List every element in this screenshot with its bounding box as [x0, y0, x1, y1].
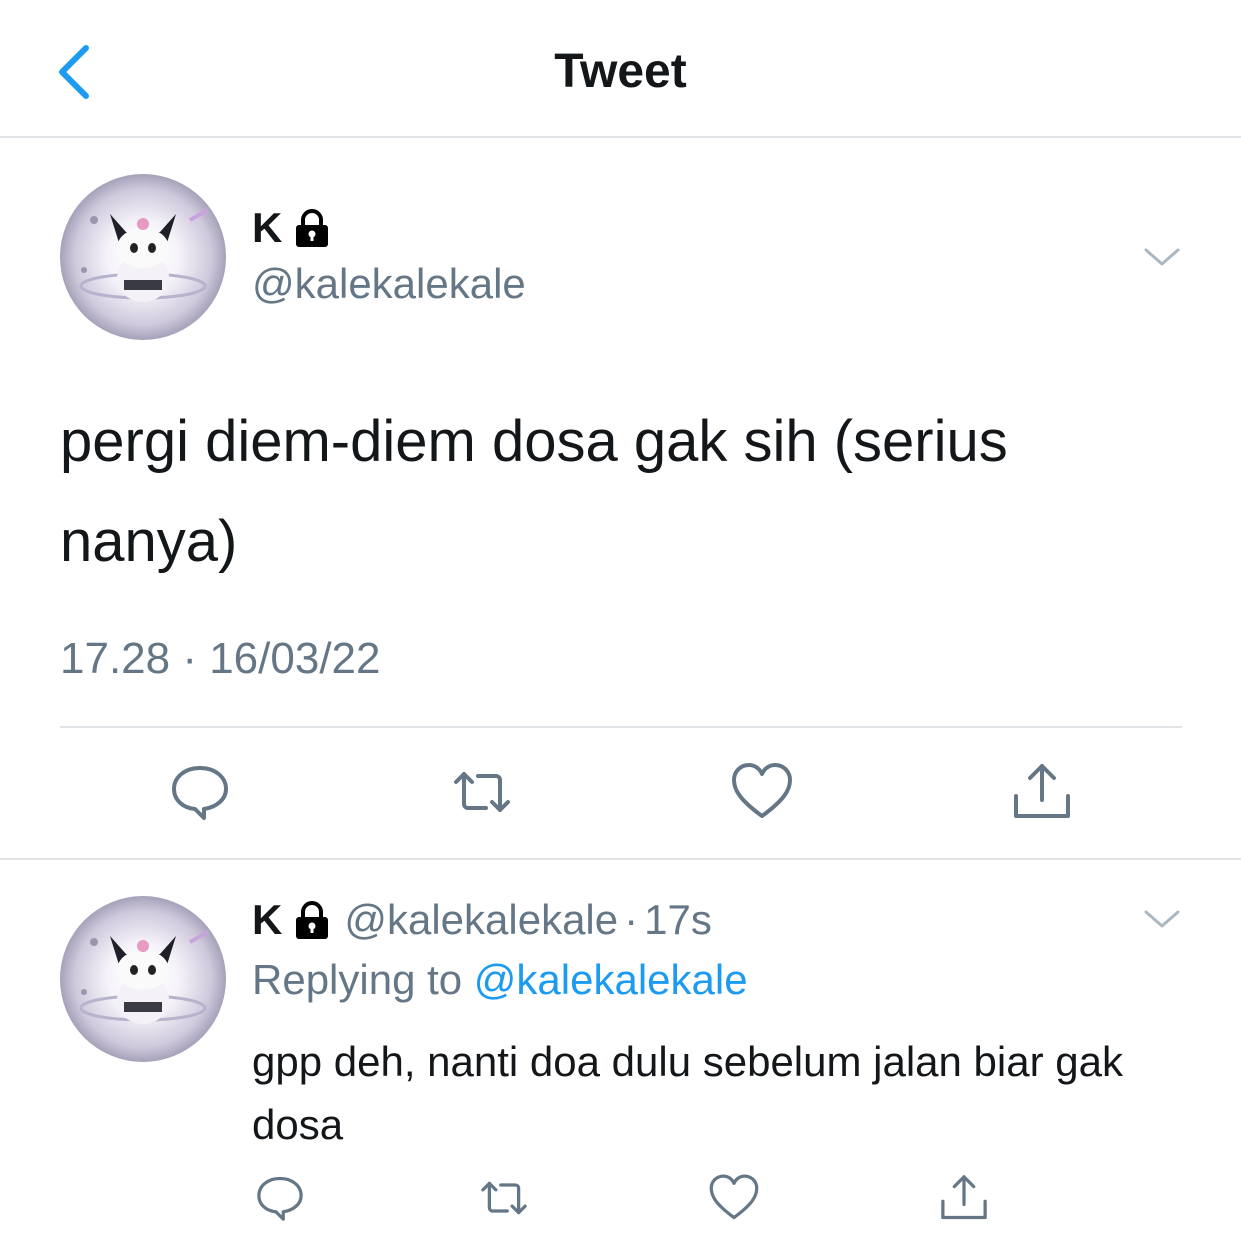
reply-bubble-icon[interactable] — [254, 1172, 306, 1224]
reply-text: gpp deh, nanti doa dulu sebelum jalan bi… — [252, 1038, 1123, 1148]
relative-time: 17s — [644, 896, 712, 943]
display-name[interactable]: K — [252, 204, 282, 252]
divider — [60, 726, 1182, 728]
avatar[interactable] — [60, 174, 226, 340]
share-icon[interactable] — [1010, 760, 1074, 824]
lock-icon — [290, 206, 334, 250]
retweet-icon[interactable] — [478, 1172, 530, 1224]
avatar[interactable] — [60, 896, 226, 1062]
reply-bubble-icon[interactable] — [168, 760, 232, 824]
heart-icon[interactable] — [730, 760, 794, 824]
page-title: Tweet — [554, 45, 687, 98]
share-icon[interactable] — [938, 1172, 990, 1224]
chevron-down-icon[interactable] — [1142, 244, 1182, 270]
separator-dot: · — [624, 896, 639, 943]
reply-action-bar — [252, 1172, 1012, 1228]
display-name[interactable]: K — [252, 896, 282, 944]
author-row: K — [252, 204, 334, 252]
handle[interactable]: @kalekalekale — [344, 896, 618, 944]
handle[interactable]: @kalekalekale — [252, 260, 526, 308]
reply-author-row: K @kalekalekale · 17s — [252, 896, 712, 944]
action-bar — [60, 760, 1182, 830]
main-tweet: K @kalekalekale pergi diem-diem dosa gak… — [60, 138, 1182, 860]
heart-icon[interactable] — [708, 1172, 760, 1224]
replying-prefix: Replying to — [252, 956, 474, 1003]
replying-to: Replying to @kalekalekale — [252, 956, 748, 1004]
retweet-icon[interactable] — [450, 760, 514, 824]
chevron-down-icon[interactable] — [1142, 906, 1182, 932]
tweet-text: pergi diem-diem dosa gak sih (serius nan… — [60, 409, 1008, 575]
nav-bar: Tweet — [0, 0, 1241, 138]
lock-icon — [290, 898, 334, 942]
timestamp[interactable]: 17.28 · 16/03/22 — [60, 634, 380, 684]
mention-link[interactable]: @kalekalekale — [474, 956, 748, 1003]
reply-tweet[interactable]: K @kalekalekale · 17s Replying to @kalek… — [60, 860, 1182, 1250]
